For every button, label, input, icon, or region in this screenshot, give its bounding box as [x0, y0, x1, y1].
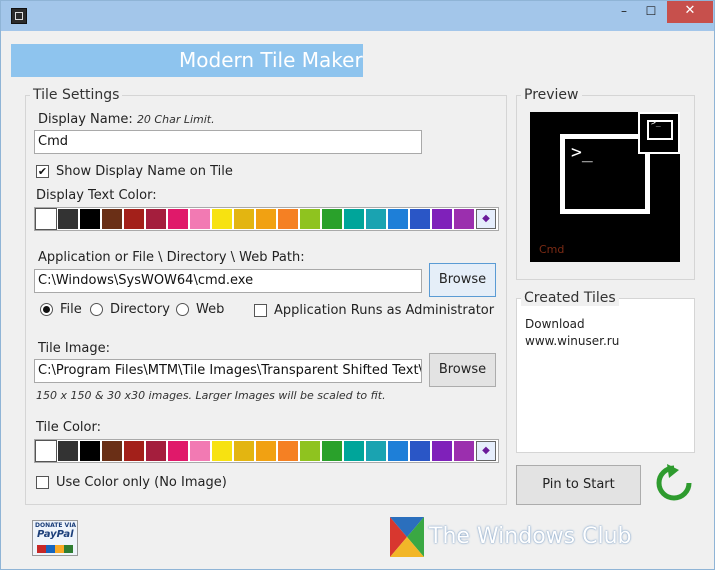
color-swatch[interactable] — [190, 441, 210, 461]
color-swatch[interactable] — [432, 209, 452, 229]
color-swatch[interactable] — [278, 209, 298, 229]
app-title: Modern Tile Maker — [179, 48, 363, 72]
color-swatch[interactable] — [366, 441, 386, 461]
watermark-logo-icon — [390, 517, 424, 557]
preview-title: Preview — [521, 87, 582, 103]
radio-directory[interactable] — [90, 303, 103, 316]
color-swatch[interactable] — [124, 441, 144, 461]
color-swatch[interactable] — [300, 209, 320, 229]
pin-to-start-button[interactable]: Pin to Start — [516, 465, 641, 505]
refresh-icon[interactable] — [653, 462, 695, 504]
path-label: Application or File \ Directory \ Web Pa… — [38, 250, 305, 265]
radio-web-label: Web — [196, 302, 225, 317]
path-input[interactable]: C:\Windows\SysWOW64\cmd.exe — [34, 269, 422, 293]
display-name-input[interactable]: Cmd — [34, 130, 422, 154]
run-as-admin-label: Application Runs as Administrator — [274, 303, 495, 318]
color-swatch[interactable] — [168, 209, 188, 229]
color-swatch[interactable] — [124, 209, 144, 229]
color-swatch[interactable] — [388, 209, 408, 229]
tile-image-hint: 150 x 150 & 30 x30 images. Larger Images… — [36, 389, 386, 402]
tile-image-input[interactable]: C:\Program Files\MTM\Tile Images\Transpa… — [34, 359, 422, 383]
paypal-logo: PayPal — [37, 529, 74, 540]
color-swatch[interactable] — [410, 209, 430, 229]
color-swatch[interactable] — [256, 441, 276, 461]
color-swatch[interactable] — [256, 209, 276, 229]
path-browse-button[interactable]: Browse — [429, 263, 496, 297]
radio-file[interactable] — [40, 303, 53, 316]
color-swatch[interactable] — [80, 209, 100, 229]
color-only-label: Use Color only (No Image) — [56, 475, 227, 490]
color-swatch[interactable] — [146, 441, 166, 461]
color-swatch[interactable] — [322, 441, 342, 461]
display-name-label: Display Name: 20 Char Limit. — [38, 112, 215, 127]
tile-preview-label: Cmd — [539, 243, 565, 256]
close-button[interactable]: ✕ — [667, 1, 713, 23]
color-swatch[interactable] — [300, 441, 320, 461]
color-only-checkbox[interactable] — [36, 476, 49, 489]
show-display-name-label: Show Display Name on Tile — [56, 164, 233, 179]
minimize-button[interactable]: – — [612, 1, 636, 23]
tile-color-palette: ◆ — [34, 439, 499, 463]
color-swatch[interactable] — [366, 209, 386, 229]
color-swatch[interactable] — [80, 441, 100, 461]
color-swatch[interactable] — [102, 209, 122, 229]
color-swatch[interactable] — [454, 209, 474, 229]
maximize-button[interactable]: ☐ — [639, 1, 663, 23]
app-icon — [11, 8, 27, 24]
color-swatch[interactable] — [102, 441, 122, 461]
color-swatch[interactable] — [190, 209, 210, 229]
color-swatch[interactable] — [35, 208, 57, 230]
app-window: – ☐ ✕ Modern Tile Maker Tile Settings Di… — [0, 0, 715, 570]
tile-settings-title: Tile Settings — [30, 87, 123, 103]
display-text-color-palette: ◆ — [34, 207, 499, 231]
show-display-name-checkbox[interactable]: ✔ — [36, 165, 49, 178]
color-swatch[interactable] — [344, 441, 364, 461]
radio-file-label: File — [60, 302, 82, 317]
custom-color-picker-icon[interactable]: ◆ — [476, 209, 496, 229]
color-swatch[interactable] — [234, 441, 254, 461]
color-swatch[interactable] — [278, 441, 298, 461]
display-name-hint: 20 Char Limit. — [136, 113, 215, 126]
paypal-donate-button[interactable]: DONATE VIA PayPal — [32, 520, 78, 556]
run-as-admin-checkbox[interactable] — [254, 304, 267, 317]
radio-web[interactable] — [176, 303, 189, 316]
color-swatch[interactable] — [410, 441, 430, 461]
color-swatch[interactable] — [432, 441, 452, 461]
color-swatch[interactable] — [322, 209, 342, 229]
title-bar: – ☐ ✕ — [1, 1, 714, 31]
watermark-text: The Windows Club — [429, 524, 632, 549]
radio-directory-label: Directory — [110, 302, 170, 317]
color-swatch[interactable] — [212, 441, 232, 461]
color-swatch[interactable] — [344, 209, 364, 229]
small-console-prompt: >_ — [651, 118, 661, 127]
console-prompt: >_ — [571, 142, 593, 163]
card-logos — [37, 545, 73, 553]
color-swatch[interactable] — [58, 209, 78, 229]
color-swatch[interactable] — [234, 209, 254, 229]
created-tile-item[interactable]: Download — [525, 317, 585, 331]
color-swatch[interactable] — [58, 441, 78, 461]
donate-via-label: DONATE VIA — [35, 522, 77, 529]
tile-color-label: Tile Color: — [36, 420, 101, 435]
color-swatch[interactable] — [35, 440, 57, 462]
color-swatch[interactable] — [168, 441, 188, 461]
custom-color-picker-icon[interactable]: ◆ — [476, 441, 496, 461]
tile-image-label: Tile Image: — [38, 341, 110, 356]
color-swatch[interactable] — [212, 209, 232, 229]
created-tiles-title: Created Tiles — [521, 290, 619, 306]
tile-image-browse-button[interactable]: Browse — [429, 353, 496, 387]
created-tile-item[interactable]: www.winuser.ru — [525, 334, 619, 348]
display-text-color-label: Display Text Color: — [36, 188, 157, 203]
color-swatch[interactable] — [454, 441, 474, 461]
color-swatch[interactable] — [146, 209, 166, 229]
color-swatch[interactable] — [388, 441, 408, 461]
